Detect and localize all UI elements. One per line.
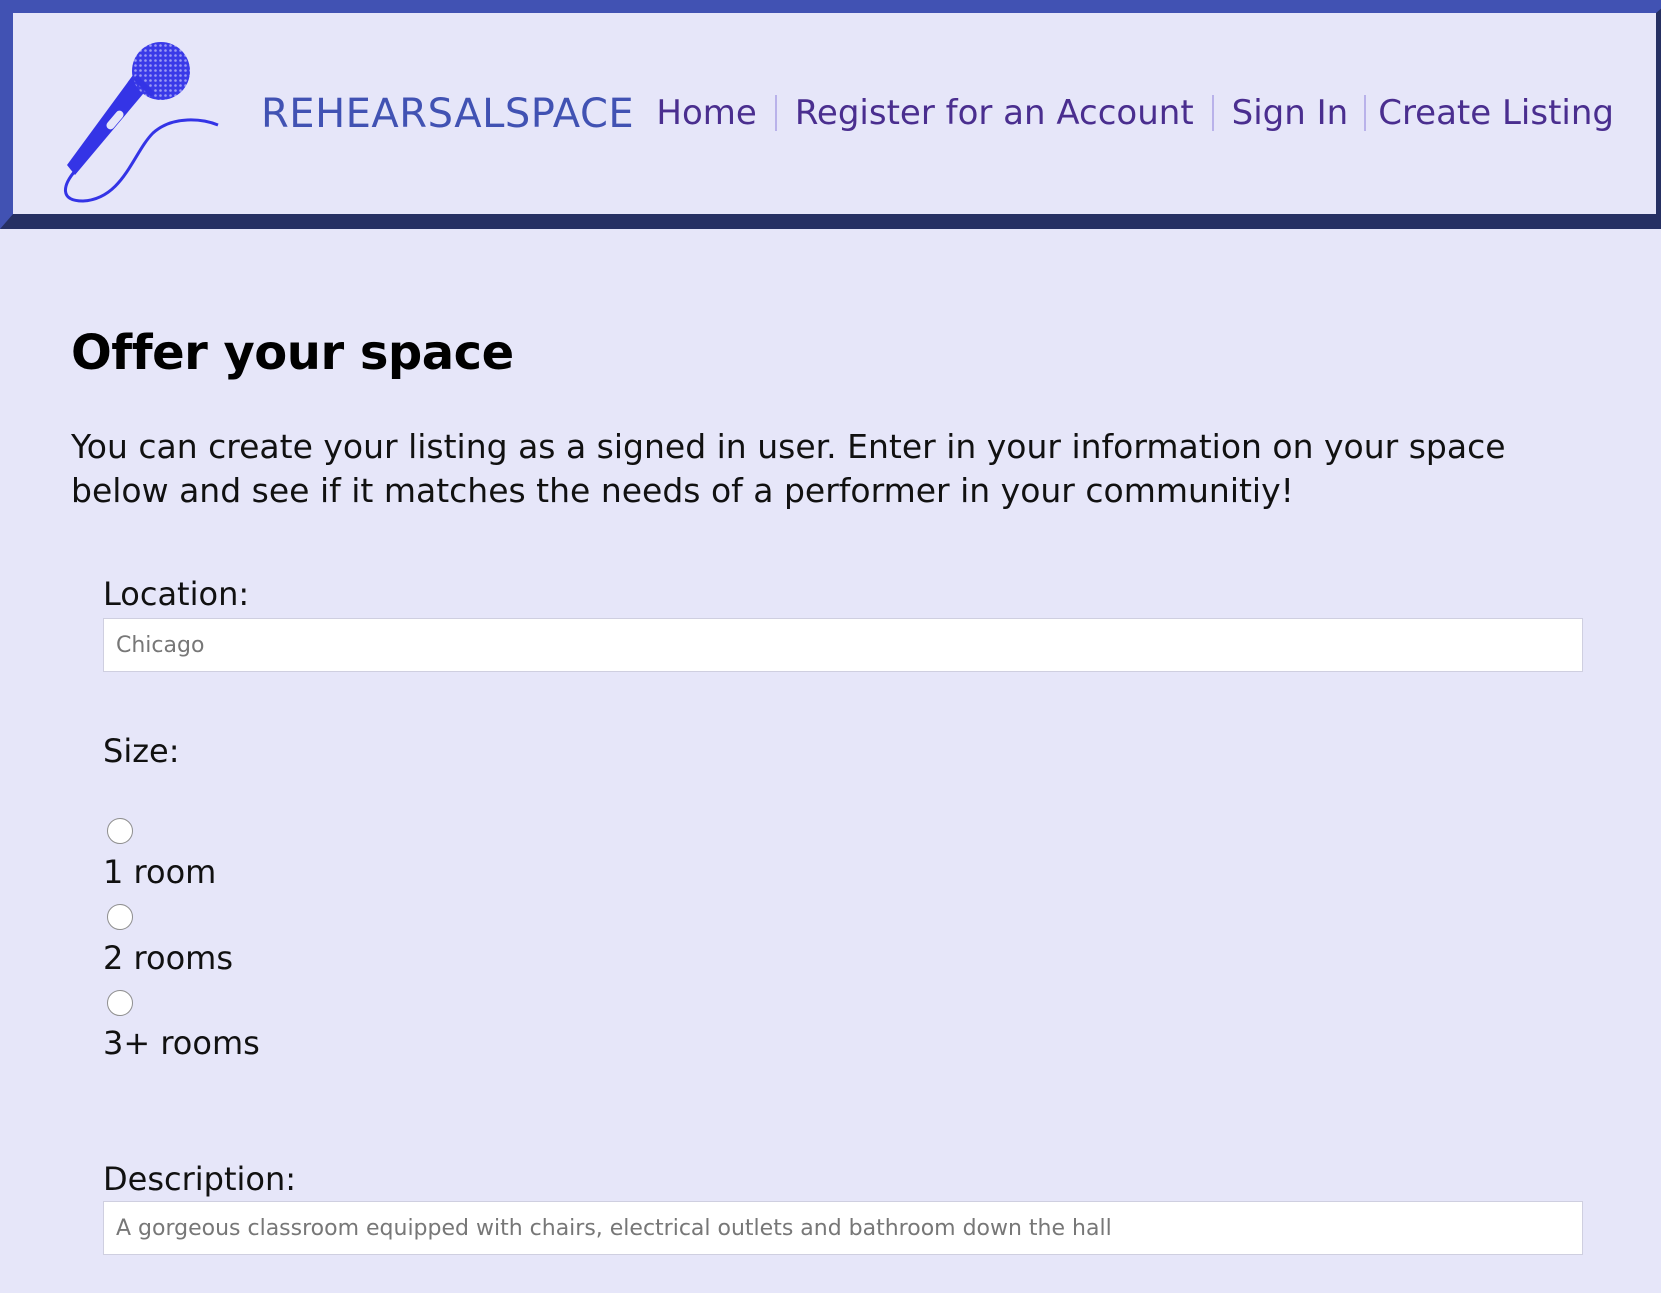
- nav-home-link[interactable]: Home: [656, 93, 756, 133]
- site-header: REHEARSALSPACE Home Register for an Acco…: [0, 0, 1661, 229]
- brand-name[interactable]: REHEARSALSPACE: [261, 91, 634, 137]
- size-option-label: 3+ rooms: [103, 1024, 260, 1062]
- nav-divider: [774, 95, 777, 131]
- description-label: Description:: [103, 1160, 297, 1198]
- size-option-label: 1 room: [103, 853, 217, 891]
- nav-divider: [1211, 95, 1214, 131]
- size-label: Size:: [103, 732, 180, 770]
- size-radio-3-plus-rooms[interactable]: [107, 990, 133, 1016]
- top-nav: Home Register for an Account Sign In Cre…: [656, 93, 1614, 133]
- nav-create-listing-link[interactable]: Create Listing: [1378, 93, 1614, 133]
- microphone-logo-icon[interactable]: [53, 33, 228, 203]
- location-label: Location:: [103, 575, 250, 613]
- page-title: Offer your space: [71, 325, 514, 381]
- size-radio-2-rooms[interactable]: [107, 904, 133, 930]
- size-radio-1-room[interactable]: [107, 818, 133, 844]
- main-content: Offer your space You can create your lis…: [71, 325, 1591, 513]
- nav-register-link[interactable]: Register for an Account: [795, 93, 1194, 133]
- nav-divider: [1364, 95, 1367, 131]
- size-option-label: 2 rooms: [103, 939, 233, 977]
- location-input[interactable]: Chicago: [103, 618, 1583, 672]
- nav-sign-in-link[interactable]: Sign In: [1232, 93, 1349, 133]
- description-input[interactable]: A gorgeous classroom equipped with chair…: [103, 1201, 1583, 1255]
- intro-text: You can create your listing as a signed …: [71, 427, 1506, 510]
